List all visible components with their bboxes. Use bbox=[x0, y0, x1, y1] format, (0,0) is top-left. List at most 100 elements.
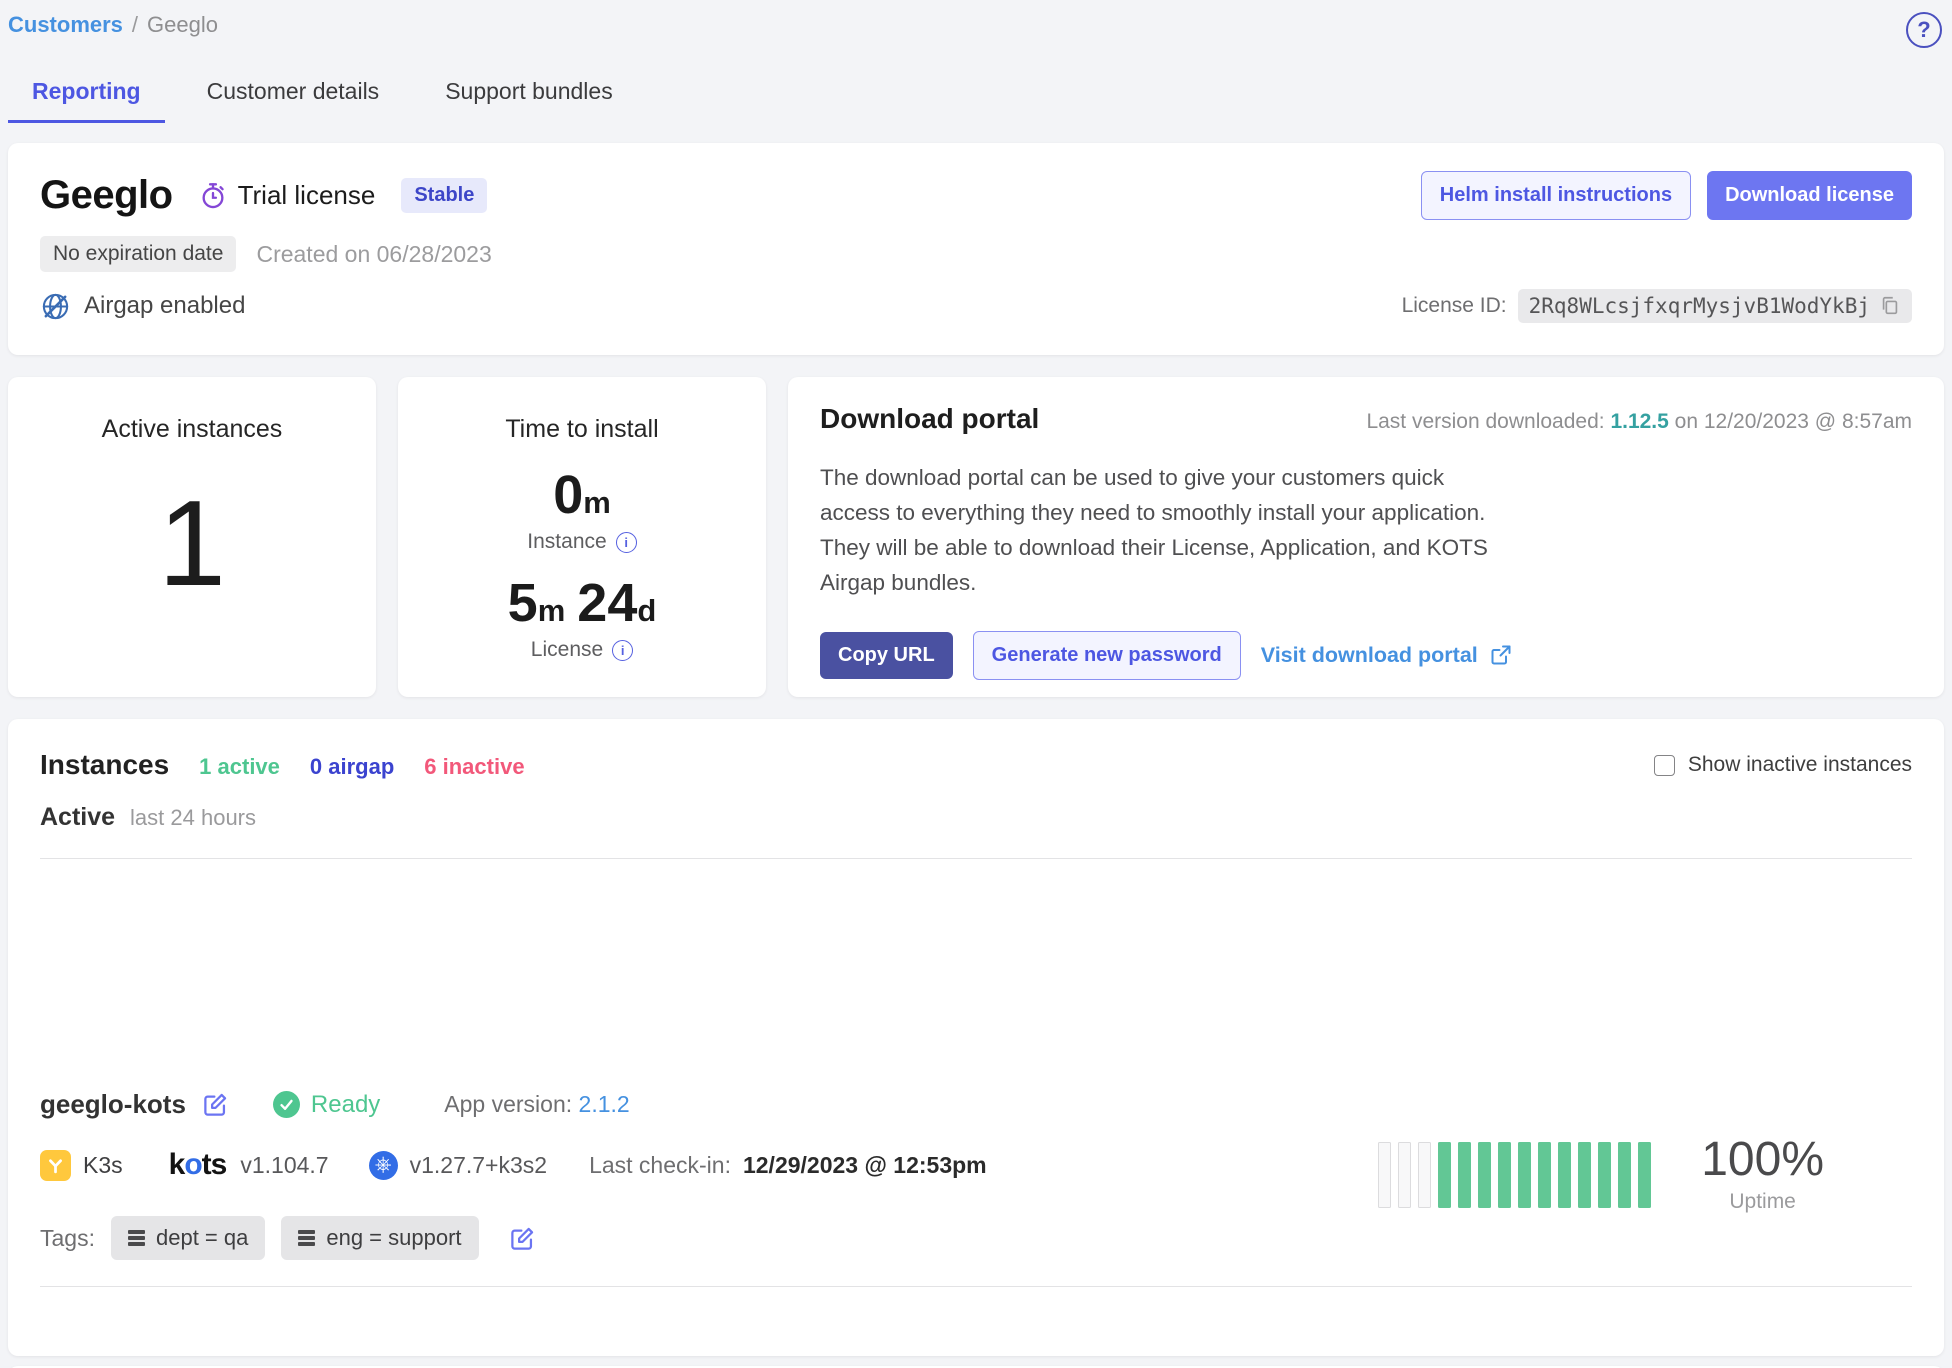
active-instances-title: Active instances bbox=[8, 415, 376, 444]
license-type: Trial license bbox=[199, 180, 376, 211]
license-install-time: 5m24d bbox=[398, 576, 766, 630]
instances-card: Instances 1 active 0 airgap 6 inactive S… bbox=[8, 719, 1944, 1356]
customer-summary-card: Geeglo Trial license Stable bbox=[8, 143, 1944, 355]
divider bbox=[40, 858, 1912, 859]
app-version: App version: 2.1.2 bbox=[444, 1091, 629, 1118]
ready-check-icon bbox=[273, 1091, 300, 1118]
kubernetes-icon: ⎈ bbox=[369, 1151, 398, 1180]
uptime-summary: 100% Uptime bbox=[1378, 1136, 1824, 1214]
last-checkin-label: Last check-in: bbox=[589, 1152, 731, 1179]
download-portal-title: Download portal bbox=[820, 403, 1039, 435]
customer-reporting-page: Customers / Geeglo ? Reporting Customer … bbox=[0, 0, 1952, 1368]
visit-download-portal-link[interactable]: Visit download portal bbox=[1261, 643, 1513, 668]
copy-icon[interactable] bbox=[1879, 295, 1901, 317]
uptime-bar-empty bbox=[1398, 1142, 1411, 1208]
trial-timer-icon bbox=[199, 182, 227, 210]
inactive-count-filter[interactable]: 6 inactive bbox=[424, 754, 524, 780]
top-bar: Customers / Geeglo ? bbox=[8, 0, 1944, 48]
airgap-count-filter[interactable]: 0 airgap bbox=[310, 754, 394, 780]
k3s-icon bbox=[40, 1150, 71, 1181]
helm-install-instructions-button[interactable]: Helm install instructions bbox=[1421, 171, 1691, 220]
distro-label: K3s bbox=[83, 1152, 123, 1179]
uptime-bar-up bbox=[1438, 1142, 1451, 1208]
breadcrumb-separator: / bbox=[132, 12, 138, 38]
uptime-bar-chart bbox=[1378, 1142, 1651, 1208]
uptime-label: Uptime bbox=[1701, 1190, 1824, 1214]
active-instances-card: Active instances 1 bbox=[8, 377, 376, 697]
license-type-label: Trial license bbox=[238, 180, 376, 211]
instance-status: Ready bbox=[273, 1091, 380, 1119]
tag-pill: eng = support bbox=[281, 1216, 478, 1260]
tab-reporting[interactable]: Reporting bbox=[8, 68, 165, 123]
app-version-link[interactable]: 2.1.2 bbox=[579, 1091, 630, 1117]
customer-name: Geeglo bbox=[40, 173, 173, 218]
uptime-bar-up bbox=[1538, 1142, 1551, 1208]
license-id-pill: 2Rq8WLcsjfxqrMysjvB1WodYkBj bbox=[1518, 289, 1912, 323]
instance-row: geeglo-kots Ready bbox=[40, 1089, 1912, 1260]
edit-instance-name-icon[interactable] bbox=[202, 1091, 229, 1118]
active-section-label: Active bbox=[40, 803, 115, 832]
tag-icon bbox=[128, 1230, 145, 1246]
expiration-badge: No expiration date bbox=[40, 236, 236, 272]
copy-url-button[interactable]: Copy URL bbox=[820, 632, 953, 679]
tag-icon bbox=[298, 1230, 315, 1246]
show-inactive-label: Show inactive instances bbox=[1688, 753, 1912, 777]
kubernetes-version: v1.27.7+k3s2 bbox=[410, 1152, 547, 1179]
external-link-icon bbox=[1489, 643, 1513, 667]
help-icon[interactable]: ? bbox=[1906, 12, 1942, 48]
stats-row: Active instances 1 Time to install 0m In… bbox=[8, 377, 1944, 697]
uptime-bar-up bbox=[1598, 1142, 1611, 1208]
uptime-bar-empty bbox=[1418, 1142, 1431, 1208]
uptime-bar-up bbox=[1618, 1142, 1631, 1208]
instances-title: Instances bbox=[40, 749, 169, 781]
uptime-bar-up bbox=[1478, 1142, 1491, 1208]
uptime-bar-up bbox=[1458, 1142, 1471, 1208]
tab-bar: Reporting Customer details Support bundl… bbox=[8, 68, 1944, 123]
kots-logo: kots bbox=[169, 1148, 227, 1182]
breadcrumb-current: Geeglo bbox=[147, 12, 218, 38]
tags-label: Tags: bbox=[40, 1225, 95, 1252]
license-id-row: License ID: 2Rq8WLcsjfxqrMysjvB1WodYkBj bbox=[1402, 289, 1912, 323]
tag-pill: dept = qa bbox=[111, 1216, 265, 1260]
edit-tags-icon[interactable] bbox=[509, 1225, 536, 1252]
created-date: Created on 06/28/2023 bbox=[256, 241, 491, 268]
channel-badge: Stable bbox=[401, 178, 487, 213]
generate-new-password-button[interactable]: Generate new password bbox=[973, 631, 1241, 680]
license-time-label: License bbox=[531, 638, 603, 662]
breadcrumb-customers-link[interactable]: Customers bbox=[8, 12, 123, 38]
uptime-bar-up bbox=[1578, 1142, 1591, 1208]
download-license-button[interactable]: Download license bbox=[1707, 171, 1912, 220]
breadcrumb: Customers / Geeglo bbox=[8, 12, 218, 38]
uptime-bar-empty bbox=[1378, 1142, 1391, 1208]
tab-support-bundles[interactable]: Support bundles bbox=[421, 68, 637, 123]
uptime-bar-up bbox=[1498, 1142, 1511, 1208]
uptime-bar-up bbox=[1638, 1142, 1651, 1208]
info-icon[interactable]: i bbox=[612, 640, 633, 661]
time-to-install-card: Time to install 0m Instance i 5m24d Lice… bbox=[398, 377, 766, 697]
tab-customer-details[interactable]: Customer details bbox=[183, 68, 404, 123]
uptime-bar-up bbox=[1558, 1142, 1571, 1208]
license-id-value: 2Rq8WLcsjfxqrMysjvB1WodYkBj bbox=[1529, 294, 1870, 318]
instance-status-label: Ready bbox=[311, 1091, 380, 1119]
airgap-globe-icon bbox=[40, 291, 71, 322]
uptime-bar-up bbox=[1518, 1142, 1531, 1208]
airgap-label: Airgap enabled bbox=[84, 292, 245, 320]
last-version-link[interactable]: 1.12.5 bbox=[1610, 410, 1668, 433]
info-icon[interactable]: i bbox=[616, 532, 637, 553]
active-instances-value: 1 bbox=[8, 482, 376, 604]
show-inactive-toggle[interactable]: Show inactive instances bbox=[1654, 753, 1912, 777]
divider bbox=[40, 1286, 1912, 1287]
active-section-sublabel: last 24 hours bbox=[130, 805, 256, 831]
download-portal-description: The download portal can be used to give … bbox=[820, 461, 1520, 601]
license-id-label: License ID: bbox=[1402, 294, 1507, 318]
instance-time-label: Instance bbox=[527, 530, 606, 554]
instance-install-time: 0m bbox=[398, 468, 766, 522]
download-portal-card: Download portal Last version downloaded:… bbox=[788, 377, 1944, 697]
show-inactive-checkbox[interactable] bbox=[1654, 755, 1675, 776]
time-to-install-title: Time to install bbox=[398, 415, 766, 444]
kots-version: v1.104.7 bbox=[240, 1152, 328, 1179]
instance-name: geeglo-kots bbox=[40, 1089, 186, 1120]
uptime-percentage: 100% bbox=[1701, 1136, 1824, 1184]
last-version-downloaded: Last version downloaded: 1.12.5 on 12/20… bbox=[1366, 410, 1912, 434]
active-count-filter[interactable]: 1 active bbox=[199, 754, 280, 780]
